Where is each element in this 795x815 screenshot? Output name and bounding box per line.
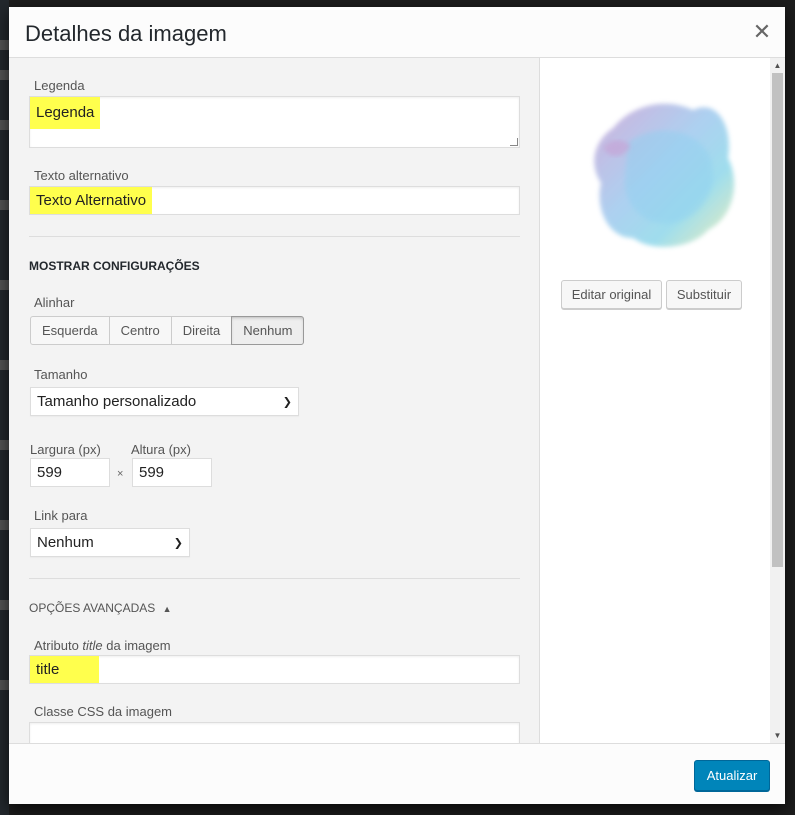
- align-left-button[interactable]: Esquerda: [30, 316, 110, 345]
- link-select-value: Nenhum: [37, 534, 94, 551]
- background-admin-sidebar: [0, 0, 9, 815]
- size-select-value: Tamanho personalizado: [37, 393, 197, 410]
- edit-original-button[interactable]: Editar original: [561, 280, 662, 309]
- scroll-down-icon[interactable]: ▼: [773, 731, 782, 740]
- height-label: Altura (px): [131, 442, 191, 457]
- css-class-input[interactable]: [29, 722, 520, 743]
- chevron-down-icon: ❯: [282, 396, 292, 408]
- alt-text-label: Texto alternativo: [34, 168, 129, 183]
- image-details-modal: Detalhes da imagem ✕ Legenda Legenda Tex…: [9, 7, 785, 804]
- caption-label: Legenda: [34, 78, 85, 93]
- modal-title: Detalhes da imagem: [25, 21, 227, 46]
- link-select[interactable]: Nenhum ❯: [30, 528, 190, 557]
- align-right-button[interactable]: Direita: [170, 316, 233, 345]
- scroll-up-icon[interactable]: ▲: [773, 61, 782, 70]
- display-settings-heading: MOSTRAR CONFIGURAÇÕES: [29, 259, 200, 273]
- section-divider: [29, 578, 520, 579]
- section-divider: [29, 236, 520, 237]
- width-label: Largura (px): [30, 442, 101, 457]
- link-label: Link para: [34, 508, 88, 523]
- chevron-down-icon: ❯: [173, 537, 183, 549]
- caret-up-icon: ▲: [162, 604, 172, 614]
- css-class-label: Classe CSS da imagem: [34, 704, 172, 719]
- alt-text-input[interactable]: Texto Alternativo: [29, 186, 520, 215]
- scrollbar-thumb[interactable]: [772, 73, 783, 567]
- settings-panel: Legenda Legenda Texto alternativo Texto …: [9, 58, 540, 743]
- advanced-options-heading: OPÇÕES AVANÇADAS: [29, 601, 156, 615]
- title-attribute-label: Atributo title da imagem: [34, 638, 171, 653]
- replace-button[interactable]: Substituir: [666, 280, 742, 309]
- title-attribute-input[interactable]: title: [29, 655, 520, 684]
- align-label: Alinhar: [34, 295, 75, 310]
- caption-textarea[interactable]: Legenda: [29, 96, 520, 148]
- width-input[interactable]: 599: [30, 458, 110, 487]
- size-label: Tamanho: [34, 367, 88, 382]
- caption-value: Legenda: [30, 97, 101, 129]
- align-center-button[interactable]: Centro: [108, 316, 172, 345]
- times-symbol: ×: [117, 468, 124, 480]
- advanced-options-toggle[interactable]: OPÇÕES AVANÇADAS ▲: [29, 601, 172, 615]
- thumbnail-panel: Editar original Substituir: [540, 58, 770, 743]
- size-select[interactable]: Tamanho personalizado ❯: [30, 387, 299, 416]
- resize-grip-icon[interactable]: [510, 138, 518, 146]
- image-thumbnail: [594, 103, 735, 247]
- modal-footer: Atualizar: [9, 743, 785, 804]
- vertical-scrollbar[interactable]: ▲ ▼: [770, 58, 785, 743]
- alt-text-value: Texto Alternativo: [30, 187, 153, 214]
- align-none-button[interactable]: Nenhum: [231, 316, 305, 345]
- height-input[interactable]: 599: [132, 458, 212, 487]
- modal-header: Detalhes da imagem ✕: [9, 7, 785, 58]
- close-icon[interactable]: ✕: [749, 19, 775, 45]
- title-attribute-value: title: [30, 656, 100, 683]
- update-button[interactable]: Atualizar: [694, 760, 770, 791]
- align-button-group: Esquerda Centro Direita Nenhum: [30, 316, 305, 345]
